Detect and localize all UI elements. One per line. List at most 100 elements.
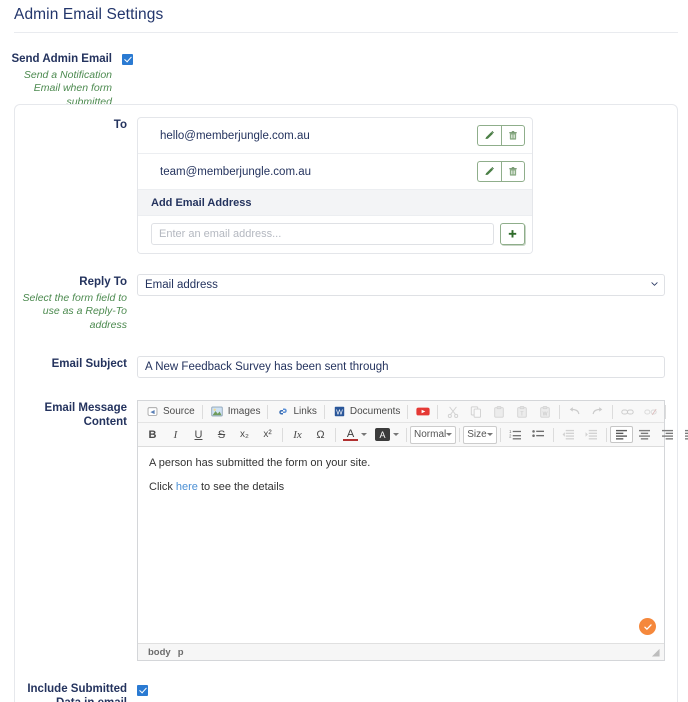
documents-label: Documents: [349, 406, 401, 417]
trash-icon: [509, 167, 517, 176]
toolbar-separator: [437, 404, 439, 419]
editor-paragraph-2: Click here to see the details: [149, 480, 653, 495]
align-center-button[interactable]: [633, 426, 656, 443]
editor-path-body[interactable]: body: [148, 647, 171, 658]
email-message-row: Email Message Content ◀ Source Images Li…: [15, 400, 688, 661]
rich-text-editor: ◀ Source Images Links W Documents T W B …: [137, 400, 688, 661]
align-right-icon: [660, 427, 675, 443]
underline-button[interactable]: U: [187, 426, 210, 443]
details-link[interactable]: here: [176, 481, 198, 493]
chevron-down-icon: [361, 433, 367, 436]
documents-button[interactable]: W Documents: [328, 403, 405, 420]
align-right-button[interactable]: [656, 426, 679, 443]
toolbar-separator: [499, 427, 501, 442]
cut-button[interactable]: [441, 403, 464, 420]
reply-to-help: Select the form field to use as a Reply-…: [22, 291, 127, 331]
editor-toolbar-row-1: ◀ Source Images Links W Documents T W: [138, 401, 667, 423]
chain-icon: [620, 404, 635, 420]
align-justify-button[interactable]: [679, 426, 688, 443]
redo-icon: [590, 404, 605, 420]
remove-format-button[interactable]: Ix: [286, 426, 309, 443]
strikethrough-icon: S: [217, 428, 226, 441]
redo-button[interactable]: [586, 403, 609, 420]
paste-text-button[interactable]: T: [510, 403, 533, 420]
edit-email-button[interactable]: [477, 161, 501, 182]
paragraph-format-select[interactable]: Normal: [410, 425, 457, 444]
add-email-row: [138, 216, 532, 253]
background-color-button[interactable]: A: [371, 426, 403, 443]
add-email-input[interactable]: [151, 223, 494, 245]
align-justify-icon: [683, 427, 688, 443]
font-size-select[interactable]: Size: [463, 425, 497, 444]
send-admin-email-checkbox[interactable]: [122, 54, 133, 65]
source-button[interactable]: ◀ Source: [141, 403, 199, 420]
email-subject-control: [137, 356, 677, 378]
toolbar-separator: [323, 404, 325, 419]
toolbar-separator: [552, 427, 554, 442]
email-list-box: hello@memberjungle.com.au team@memberjun…: [137, 117, 533, 254]
images-button[interactable]: Images: [206, 403, 265, 420]
reply-to-label-group: Reply To Select the form field to use as…: [15, 274, 137, 332]
omega-icon: Ω: [316, 428, 325, 441]
italic-button[interactable]: I: [164, 426, 187, 443]
edit-email-button[interactable]: [477, 125, 501, 146]
delete-email-button[interactable]: [501, 161, 525, 182]
strikethrough-button[interactable]: S: [210, 426, 233, 443]
link-button[interactable]: [616, 403, 639, 420]
special-character-button[interactable]: Ω: [309, 426, 332, 443]
toolbar-separator: [459, 427, 461, 442]
email-subject-input[interactable]: [137, 356, 665, 378]
send-admin-email-control: [122, 51, 688, 72]
paste-button[interactable]: [487, 403, 510, 420]
youtube-button[interactable]: [411, 403, 434, 420]
check-circle-icon[interactable]: [639, 618, 656, 635]
copy-icon: [468, 404, 483, 420]
email-message-label-group: Email Message Content: [15, 400, 137, 429]
reply-to-control: Email address: [137, 274, 677, 296]
include-submitted-control: [137, 681, 677, 702]
bulleted-list-button[interactable]: [527, 426, 550, 443]
bold-icon: B: [148, 428, 157, 441]
subscript-button[interactable]: x₂: [233, 426, 256, 443]
underline-icon: U: [194, 428, 203, 441]
email-subject-label-group: Email Subject: [15, 356, 137, 372]
pencil-icon: [485, 167, 494, 175]
image-icon: [210, 404, 225, 420]
to-control: hello@memberjungle.com.au team@memberjun…: [137, 117, 677, 254]
text-color-button[interactable]: A: [339, 426, 371, 443]
source-icon: ◀: [145, 404, 160, 420]
paste-word-button[interactable]: W: [533, 403, 556, 420]
undo-button[interactable]: [563, 403, 586, 420]
document-icon: W: [332, 404, 347, 420]
admin-email-settings-page: Admin Email Settings Send Admin Email Se…: [0, 0, 688, 702]
email-message-control: ◀ Source Images Links W Documents T W B …: [137, 400, 688, 661]
align-left-button[interactable]: [609, 426, 633, 443]
toolbar-separator: [665, 404, 667, 419]
undo-icon: [567, 404, 582, 420]
reply-to-select[interactable]: Email address: [137, 274, 665, 296]
to-row: To hello@memberjungle.com.au team@member…: [15, 117, 677, 254]
superscript-button[interactable]: x²: [256, 426, 279, 443]
plus-icon: [508, 229, 517, 238]
align-center-icon: [637, 427, 652, 443]
unlink-button[interactable]: [639, 403, 662, 420]
subscript-icon: x₂: [240, 429, 249, 440]
indent-button[interactable]: [580, 426, 603, 443]
italic-icon: I: [173, 428, 178, 441]
outdent-icon: [561, 427, 576, 443]
links-button[interactable]: Links: [271, 403, 320, 420]
include-submitted-row: Include Submitted Data in email Include …: [15, 681, 677, 702]
copy-button[interactable]: [464, 403, 487, 420]
pencil-icon: [485, 131, 494, 139]
outdent-button[interactable]: [557, 426, 580, 443]
editor-content-area[interactable]: A person has submitted the form on your …: [138, 447, 664, 643]
page-title: Admin Email Settings: [14, 6, 164, 23]
add-email-header: Add Email Address: [138, 190, 532, 216]
editor-path-p[interactable]: p: [178, 647, 184, 658]
bold-button[interactable]: B: [141, 426, 164, 443]
include-submitted-checkbox[interactable]: [137, 685, 148, 696]
numbered-list-button[interactable]: 1 2: [504, 426, 527, 443]
resize-grip-icon[interactable]: [651, 648, 660, 657]
delete-email-button[interactable]: [501, 125, 525, 146]
add-email-button[interactable]: [500, 223, 525, 245]
